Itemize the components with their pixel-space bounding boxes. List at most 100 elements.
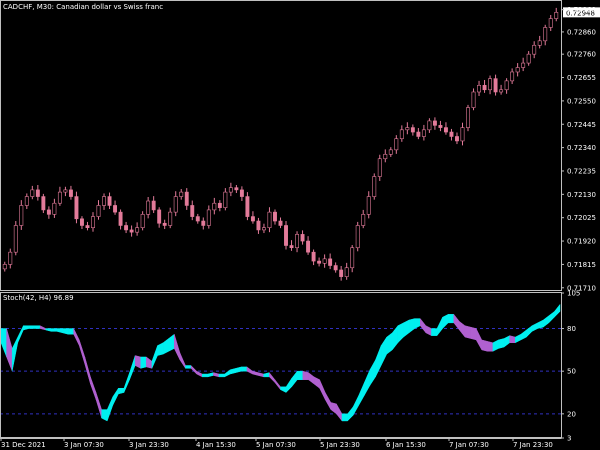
candle[interactable] bbox=[317, 260, 322, 264]
candle[interactable] bbox=[52, 202, 57, 215]
candle[interactable] bbox=[223, 191, 228, 208]
candle[interactable] bbox=[179, 191, 184, 197]
candle[interactable] bbox=[394, 138, 399, 151]
candle[interactable] bbox=[96, 205, 101, 217]
candle[interactable] bbox=[190, 205, 195, 217]
candle[interactable] bbox=[350, 247, 355, 269]
candle[interactable] bbox=[493, 78, 498, 93]
candle[interactable] bbox=[267, 211, 272, 229]
candle[interactable] bbox=[466, 107, 470, 128]
candle[interactable] bbox=[427, 120, 432, 131]
candle[interactable] bbox=[432, 120, 437, 126]
candle[interactable] bbox=[201, 220, 206, 226]
candle[interactable] bbox=[30, 189, 35, 197]
candle[interactable] bbox=[212, 202, 217, 211]
candle[interactable] bbox=[388, 149, 393, 155]
candle[interactable] bbox=[421, 129, 426, 137]
candle[interactable] bbox=[361, 214, 366, 226]
candle[interactable] bbox=[355, 225, 360, 249]
candle[interactable] bbox=[102, 196, 106, 206]
candle[interactable] bbox=[482, 85, 487, 91]
candle[interactable] bbox=[107, 196, 112, 206]
candle[interactable] bbox=[311, 251, 316, 262]
candle[interactable] bbox=[8, 251, 13, 265]
candle[interactable] bbox=[217, 202, 222, 208]
candle[interactable] bbox=[151, 200, 156, 211]
candle[interactable] bbox=[443, 127, 448, 133]
candle[interactable] bbox=[129, 229, 134, 233]
candle[interactable] bbox=[344, 267, 349, 277]
candle[interactable] bbox=[80, 218, 84, 226]
candle[interactable] bbox=[377, 158, 382, 177]
candle[interactable] bbox=[135, 227, 140, 233]
candle[interactable] bbox=[168, 211, 173, 226]
candle[interactable] bbox=[41, 196, 46, 211]
candle[interactable] bbox=[460, 127, 465, 142]
candle[interactable] bbox=[262, 227, 266, 231]
candle[interactable] bbox=[366, 196, 371, 215]
candle[interactable] bbox=[532, 44, 537, 55]
candle[interactable] bbox=[537, 40, 542, 46]
candle[interactable] bbox=[526, 53, 531, 64]
candle[interactable] bbox=[372, 176, 377, 197]
price-panel[interactable]: 0.72948 bbox=[2, 7, 600, 281]
stochastic-panel[interactable] bbox=[0, 303, 561, 422]
candle[interactable] bbox=[234, 187, 239, 191]
candle[interactable] bbox=[63, 189, 68, 193]
candle[interactable] bbox=[543, 27, 548, 42]
candle[interactable] bbox=[449, 131, 454, 137]
candle[interactable] bbox=[410, 127, 415, 133]
candle[interactable] bbox=[239, 189, 244, 197]
candle[interactable] bbox=[245, 196, 250, 217]
candle[interactable] bbox=[91, 216, 95, 229]
candle[interactable] bbox=[306, 240, 311, 253]
candle[interactable] bbox=[515, 67, 520, 73]
candle[interactable] bbox=[554, 12, 559, 19]
candle[interactable] bbox=[74, 196, 79, 220]
candle[interactable] bbox=[13, 225, 18, 253]
candle[interactable] bbox=[24, 196, 29, 206]
candle[interactable] bbox=[521, 62, 526, 68]
candle[interactable] bbox=[438, 125, 443, 128]
candle[interactable] bbox=[488, 78, 493, 91]
candle[interactable] bbox=[146, 200, 151, 215]
candle[interactable] bbox=[57, 191, 62, 204]
candle[interactable] bbox=[278, 220, 283, 226]
candle[interactable] bbox=[339, 269, 344, 277]
candle[interactable] bbox=[256, 220, 261, 231]
candle[interactable] bbox=[328, 258, 333, 266]
candle[interactable] bbox=[405, 127, 410, 131]
candle[interactable] bbox=[289, 245, 294, 249]
candle[interactable] bbox=[140, 214, 145, 229]
candle[interactable] bbox=[118, 211, 123, 226]
candle[interactable] bbox=[322, 258, 327, 264]
candle[interactable] bbox=[173, 196, 178, 213]
candle[interactable] bbox=[471, 91, 476, 108]
candle[interactable] bbox=[504, 80, 509, 91]
candle[interactable] bbox=[124, 225, 129, 231]
candle[interactable] bbox=[455, 136, 459, 142]
candle[interactable] bbox=[162, 222, 167, 226]
candle[interactable] bbox=[284, 225, 288, 246]
candle[interactable] bbox=[548, 18, 553, 28]
candle[interactable] bbox=[68, 189, 73, 197]
candle[interactable] bbox=[333, 265, 338, 271]
candle[interactable] bbox=[499, 89, 504, 93]
candle[interactable] bbox=[19, 205, 24, 226]
candle[interactable] bbox=[113, 205, 118, 213]
candle[interactable] bbox=[510, 71, 515, 82]
chart-canvas[interactable]: 0.72948 0.729600.728600.727600.726550.72… bbox=[0, 0, 600, 450]
candle[interactable] bbox=[195, 216, 200, 222]
candle[interactable] bbox=[477, 85, 481, 93]
candle[interactable] bbox=[46, 209, 51, 215]
candle[interactable] bbox=[399, 129, 404, 140]
candle[interactable] bbox=[2, 264, 7, 270]
candle[interactable] bbox=[228, 187, 233, 193]
candle[interactable] bbox=[416, 131, 421, 137]
candle[interactable] bbox=[206, 209, 211, 226]
candle[interactable] bbox=[295, 234, 299, 249]
candle[interactable] bbox=[157, 209, 162, 224]
candle[interactable] bbox=[273, 211, 277, 222]
candle[interactable] bbox=[250, 216, 255, 222]
candle[interactable] bbox=[300, 234, 305, 242]
